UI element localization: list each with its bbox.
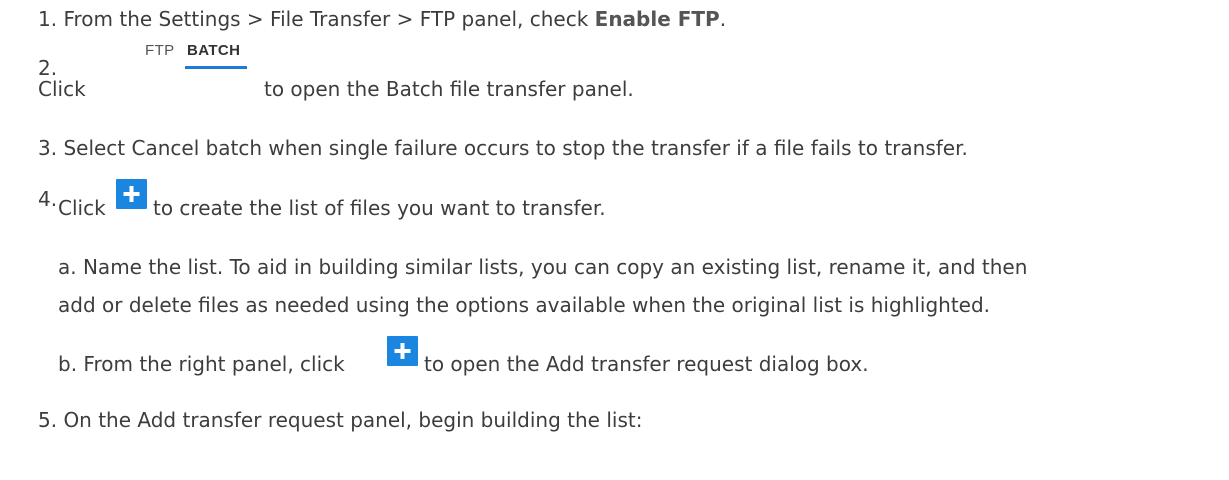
step-4-click: Click [58,196,106,220]
tab-ftp[interactable]: FTP [145,42,175,60]
plus-icon [394,343,411,359]
add-list-button[interactable] [116,179,147,209]
add-transfer-request-button[interactable] [387,336,418,366]
step-4-number: 4. [38,187,58,211]
step-2-suffix: to open the Batch file transfer panel. [264,77,634,101]
tab-batch[interactable]: BATCH [187,42,240,60]
step-4b-prefix: b. From the right panel, click [58,352,345,376]
step-4b-suffix: to open the Add transfer request dialog … [424,352,869,376]
step-4-suffix: to create the list of files you want to … [153,196,606,220]
step-4a-line-1: a. Name the list. To aid in building sim… [58,255,1028,279]
tab-batch-underline [185,66,247,69]
ftp-batch-tabs[interactable]: FTP BATCH [145,42,247,70]
step-5: 5. On the Add transfer request panel, be… [38,408,643,432]
step-1-text: 1. From the Settings > File Transfer > F… [38,7,595,31]
step-1-suffix: . [719,7,727,31]
plus-icon [123,186,140,202]
step-3: 3. Select Cancel batch when single failu… [38,136,968,160]
step-1: 1. From the Settings > File Transfer > F… [38,6,726,32]
step-4a-line-2: add or delete files as needed using the … [58,293,991,317]
step-2-click: Click [38,77,86,101]
enable-ftp-label: Enable FTP [594,7,720,31]
